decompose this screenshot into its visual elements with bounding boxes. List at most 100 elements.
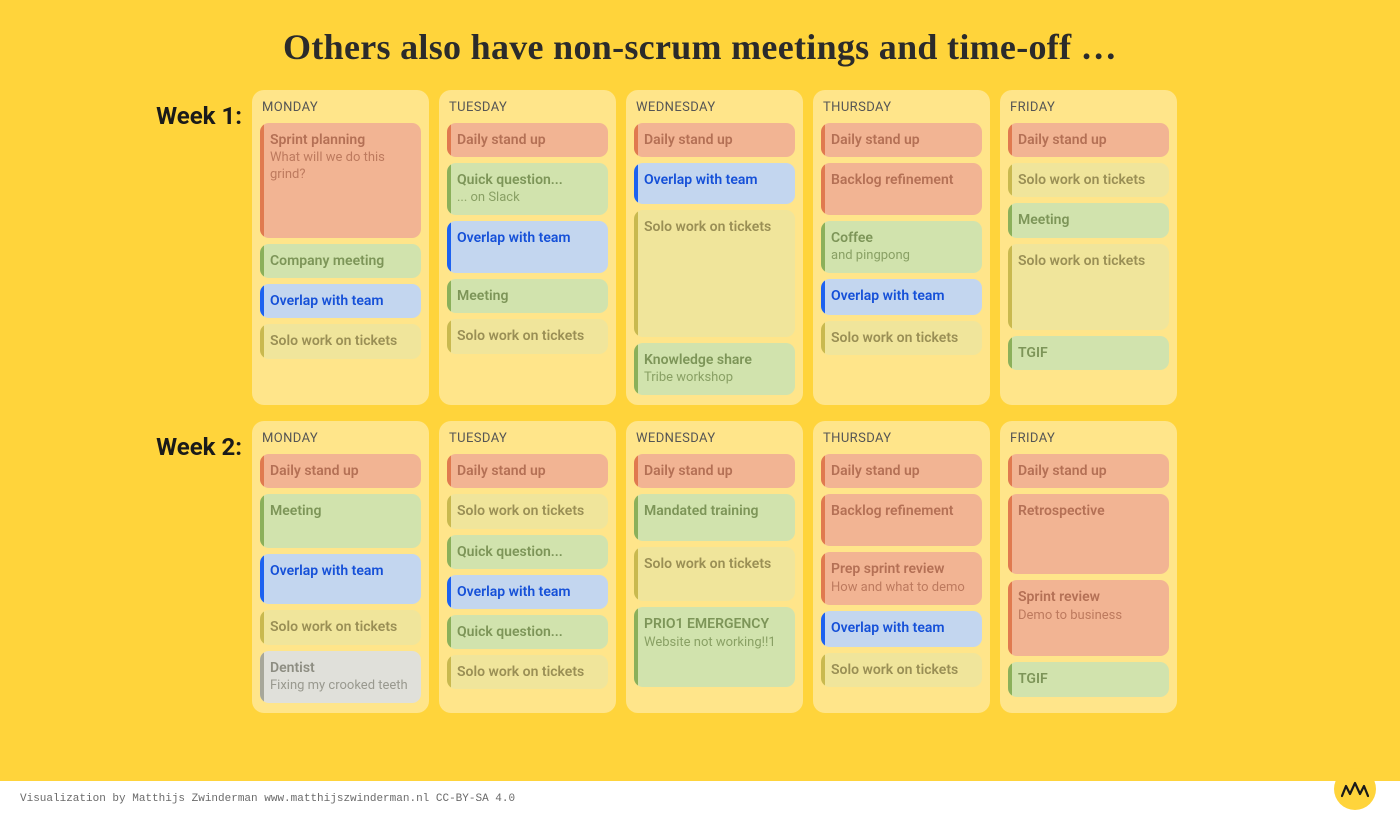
calendar-card: Daily stand up (634, 454, 795, 488)
card-title: Daily stand up (644, 462, 785, 480)
card-title: Dentist (270, 659, 411, 677)
card-subtitle: ... on Slack (457, 190, 598, 207)
card-title: Solo work on tickets (831, 329, 972, 347)
calendar-card: Sprint reviewDemo to business (1008, 580, 1169, 656)
calendar-card: Prep sprint review How and what to demo (821, 552, 982, 604)
card-title: Daily stand up (831, 462, 972, 480)
calendar-card: Quick question...... on Slack (447, 163, 608, 215)
card-title: Prep sprint review (831, 560, 972, 578)
calendar-card: Solo work on tickets (260, 324, 421, 358)
card-subtitle: Tribe workshop (644, 370, 785, 387)
cards-list: Daily stand up RetrospectiveSprint review… (1008, 454, 1169, 696)
card-subtitle: Website not working!!1 (644, 635, 785, 652)
card-title: Daily stand up (1018, 131, 1159, 149)
card-title: Daily stand up (1018, 462, 1159, 480)
calendar-card: Daily stand up (447, 123, 608, 157)
card-title: Backlog refinement (831, 502, 972, 520)
card-title: PRIO1 EMERGENCY (644, 615, 785, 633)
calendar-card: Solo work on tickets (447, 319, 608, 353)
card-title: Solo work on tickets (457, 663, 598, 681)
calendar-card: Solo work on tickets (1008, 163, 1169, 197)
calendar-card: Mandated training (634, 494, 795, 541)
calendar-card: Daily stand up (447, 454, 608, 488)
cards-list: Daily stand up Meeting Overlap with team So… (260, 454, 421, 702)
day-column: THURSDAYDaily stand upBacklog refinement… (813, 421, 990, 712)
cards-list: Daily stand up Solo work on tickets Meetin… (1008, 123, 1169, 370)
card-title: Company meeting (270, 252, 411, 270)
calendar-card: Retrospective (1008, 494, 1169, 574)
card-title: Daily stand up (457, 462, 598, 480)
cards-list: Daily stand up Backlog refinement Prep spr… (821, 454, 982, 686)
card-subtitle: Fixing my crooked teeth (270, 678, 411, 695)
cards-list: Sprint planningWhat will we do this grin… (260, 123, 421, 359)
calendar-card: Solo work on tickets (821, 653, 982, 687)
calendar-card: Company meeting (260, 244, 421, 278)
calendar-card: Solo work on tickets (821, 321, 982, 355)
card-subtitle: and pingpong (831, 248, 972, 265)
day-column: FRIDAYDaily stand upRetrospectiveSprint … (1000, 421, 1177, 712)
day-column: MONDAY Daily stand up Meeting Overlap with … (252, 421, 429, 712)
days-row: MONDAY Sprint planningWhat will we do thi… (252, 90, 1177, 405)
card-title: Backlog refinement (831, 171, 972, 189)
card-title: Mandated training (644, 502, 785, 520)
cards-list: Daily stand up Solo work on tickets Quick … (447, 454, 608, 689)
calendar-card: Quick question... (447, 535, 608, 569)
card-title: Daily stand up (831, 131, 972, 149)
card-title: Solo work on tickets (1018, 252, 1159, 270)
week-row: Week 2:MONDAYDaily stand upMeetingOverla… (0, 421, 1400, 712)
day-column: MONDAY Sprint planningWhat will we do thi… (252, 90, 429, 405)
calendar-card: Overlap with team (260, 284, 421, 318)
card-title: Meeting (270, 502, 411, 520)
calendar-card: Sprint planningWhat will we do this grin… (260, 123, 421, 238)
calendar-card: Quick question... (447, 615, 608, 649)
card-title: Overlap with team (270, 562, 411, 580)
calendar-card: Meeting (260, 494, 421, 548)
calendar-card: TGIF (1008, 336, 1169, 370)
card-subtitle: How and what to demo (831, 580, 972, 597)
card-title: Overlap with team (831, 287, 972, 305)
card-subtitle: Demo to business (1018, 608, 1159, 625)
page-title: Others also have non-scrum meetings and … (0, 26, 1400, 68)
card-title: Daily stand up (457, 131, 598, 149)
card-title: Quick question... (457, 623, 598, 641)
calendar-card: Daily stand up (260, 454, 421, 488)
card-title: Solo work on tickets (457, 502, 598, 520)
calendar-card: Overlap with team (447, 221, 608, 273)
calendar-card: Overlap with team (821, 611, 982, 647)
calendar-card: DentistFixing my crooked teeth (260, 651, 421, 703)
card-title: Solo work on tickets (457, 327, 598, 345)
card-title: Solo work on tickets (270, 618, 411, 636)
card-title: Overlap with team (457, 229, 598, 247)
day-header: MONDAY (260, 100, 421, 115)
calendar-card: Overlap with team (634, 163, 795, 204)
footer-text: Visualization by Matthijs Zwinderman www… (20, 793, 515, 805)
calendar-card: Daily stand up (821, 123, 982, 157)
card-title: Meeting (457, 287, 598, 305)
calendar-card: Backlog refinement (821, 163, 982, 215)
calendar-card: TGIF (1008, 662, 1169, 696)
day-column: WEDNESDAYDaily stand upOverlap with team… (626, 90, 803, 405)
calendar-card: Solo work on tickets (1008, 244, 1169, 330)
cards-list: Daily stand up Backlog refinement Coffeean… (821, 123, 982, 355)
card-title: TGIF (1018, 670, 1159, 688)
card-title: Solo work on tickets (831, 661, 972, 679)
day-header: TUESDAY (447, 431, 608, 446)
day-header: THURSDAY (821, 100, 982, 115)
card-title: Solo work on tickets (644, 218, 785, 236)
calendar-card: Daily stand up (1008, 454, 1169, 488)
calendar-card: Solo work on tickets (447, 655, 608, 689)
calendar-card: Coffeeand pingpong (821, 221, 982, 273)
day-column: TUESDAY Daily stand up Solo work on ticket… (439, 421, 616, 712)
day-column: FRIDAYDaily stand upSolo work on tickets… (1000, 90, 1177, 405)
calendar-card: Daily stand up (634, 123, 795, 157)
calendar-card: Knowledge shareTribe workshop (634, 343, 795, 395)
author-badge-icon (1334, 768, 1376, 810)
cards-list: Daily stand upMandated trainingSolo work… (634, 454, 795, 687)
day-header: WEDNESDAY (634, 431, 795, 446)
card-title: Sprint planning (270, 131, 411, 149)
calendar-card: Meeting (1008, 203, 1169, 237)
day-header: MONDAY (260, 431, 421, 446)
card-title: Daily stand up (270, 462, 411, 480)
card-title: Overlap with team (644, 171, 785, 189)
calendar-card: Solo work on tickets (634, 210, 795, 337)
